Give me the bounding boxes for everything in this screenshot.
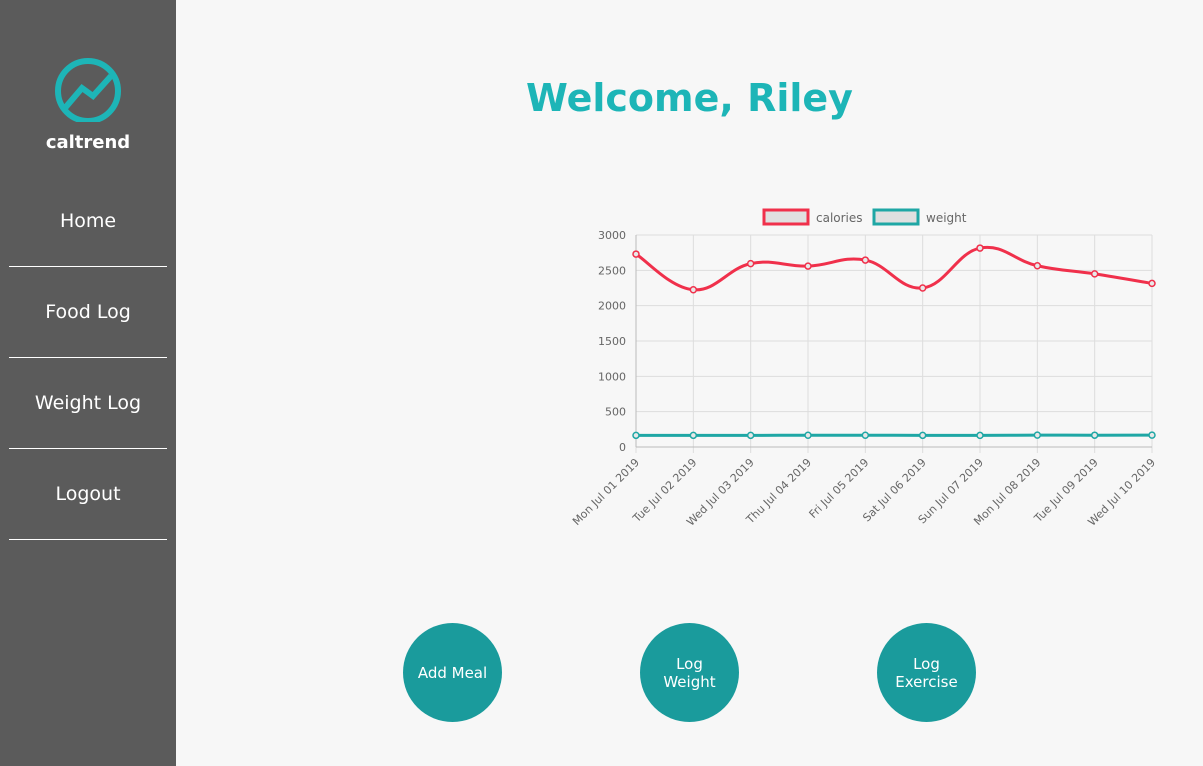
data-point-weight [1033,431,1042,439]
y-tick-label: 1000 [598,370,626,383]
trend-circle-icon [55,58,121,122]
y-tick-label: 500 [605,406,626,419]
y-tick-label: 2500 [598,264,626,277]
y-tick-label: 2000 [598,300,626,313]
logo[interactable]: caltrend [0,56,176,153]
sidebar-item-home[interactable]: Home [9,176,167,267]
data-point-weight [804,431,812,440]
log-exercise-button[interactable]: Log Exercise [877,623,976,722]
sidebar-item-food-log[interactable]: Food Log [9,267,167,358]
data-point-calories [746,259,755,268]
sidebar-item-logout[interactable]: Logout [9,449,167,540]
data-point-calories [689,286,698,294]
data-point-calories [918,284,927,292]
data-point-weight [918,431,927,440]
legend-swatch-weight [872,208,920,226]
data-point-calories [861,256,870,264]
data-point-calories [1090,270,1099,278]
page-title: Welcome, Riley [526,76,853,120]
data-point-calories [1033,261,1042,270]
log-exercise-label: Log Exercise [895,654,958,691]
legend-label-calories: calories [816,211,863,225]
calories-weight-chart: 0 500 1000 1500 2000 2500 3000 Mon Jul 01 2019 T… [566,200,1166,550]
data-point-calories [976,244,984,252]
chart-svg: 050010001500200025003000Mon Jul 01 2019T… [570,208,1158,529]
data-point-weight [1090,431,1099,439]
y-tick-label: 1500 [598,335,626,348]
legend-swatch-calories [762,208,810,226]
log-weight-label: Log Weight [663,654,716,691]
data-point-calories [804,262,812,270]
add-meal-label: Add Meal [417,663,488,682]
y-tick-label: 0 [619,441,626,454]
data-point-weight [632,431,640,440]
series-line-calories [635,245,1153,292]
sidebar: caltrend Home Food Log Weight Log Logout [0,0,176,766]
sidebar-nav: Home Food Log Weight Log Logout [9,176,167,540]
data-point-weight [976,431,984,440]
add-meal-button[interactable]: Add Meal [403,623,502,722]
data-point-weight [746,431,755,440]
data-point-calories [1148,279,1156,288]
data-point-weight [689,431,698,440]
y-tick-label: 3000 [598,229,626,242]
main-content: Welcome, Riley 0 500 1000 1500 2000 2500 3000 M… [176,0,1203,766]
sidebar-item-weight-log[interactable]: Weight Log [9,358,167,449]
brand-name: caltrend [45,132,131,153]
legend-label-weight: weight [926,211,967,225]
log-weight-button[interactable]: Log Weight [640,623,739,722]
data-point-weight [1148,431,1156,439]
data-point-calories [632,250,640,258]
data-point-weight [861,431,870,440]
x-tick-label: Fri Jul 05 2019 [807,456,872,521]
